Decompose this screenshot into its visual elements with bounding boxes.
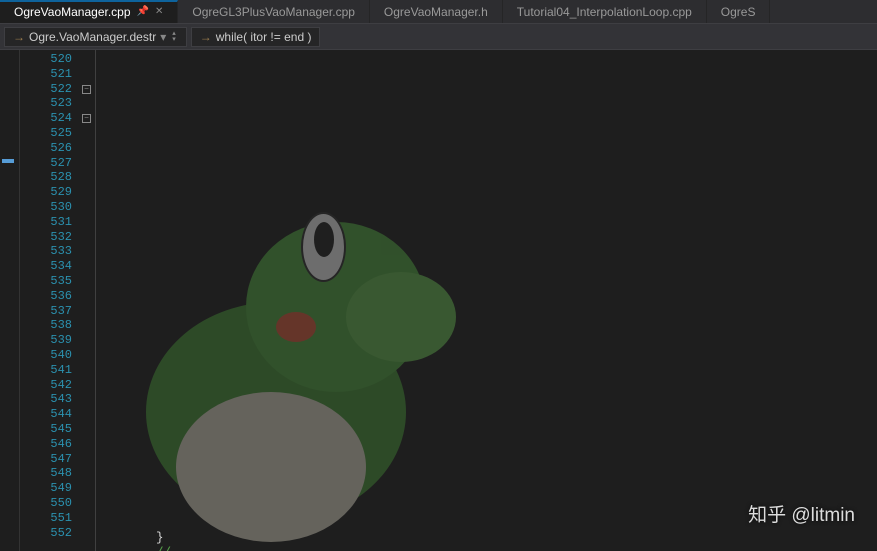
change-marker [2, 159, 14, 163]
margin-gutter [0, 50, 20, 551]
code-editor[interactable]: 520 521 522 523 524 525 526 527 528 529 … [0, 50, 877, 551]
breadcrumb-context[interactable]: → while( itor != end ) [191, 27, 321, 47]
tab-ogrevaomanager-cpp[interactable]: OgreVaoManager.cpp 📌 ✕ [0, 0, 178, 23]
tab-label: OgreVaoManager.h [384, 5, 488, 19]
editor-tabs: OgreVaoManager.cpp 📌 ✕ OgreGL3PlusVaoMan… [0, 0, 877, 24]
pin-icon[interactable]: 📌 [137, 6, 149, 17]
tab-ogrevaomanager-h[interactable]: OgreVaoManager.h [370, 0, 503, 23]
arrow-icon: → [13, 30, 25, 44]
arrow-icon: → [200, 30, 212, 44]
background-decoration [96, 182, 486, 551]
breadcrumb-context-label: while( itor != end ) [216, 30, 312, 44]
fold-toggle[interactable]: − [82, 85, 91, 94]
breadcrumb-bar: → Ogre.VaoManager.destr ▾ ▴▾ → while( it… [0, 24, 877, 50]
breadcrumb-scope-label: Ogre.VaoManager.destr [29, 30, 156, 44]
close-icon[interactable]: ✕ [155, 6, 163, 17]
watermark: 知乎 @litmin [748, 500, 855, 527]
tab-label: OgreVaoManager.cpp [14, 5, 131, 19]
tab-ogres[interactable]: OgreS [707, 0, 771, 23]
tab-label: OgreGL3PlusVaoManager.cpp [192, 5, 355, 19]
spinner-icon[interactable]: ▴▾ [170, 31, 178, 43]
fold-column: − − [80, 50, 96, 551]
breadcrumb-scope[interactable]: → Ogre.VaoManager.destr ▾ ▴▾ [4, 27, 187, 47]
tab-label: OgreS [721, 5, 756, 19]
fold-toggle[interactable]: − [82, 114, 91, 123]
code-area[interactable]: } //------------------------------------… [96, 50, 877, 551]
tab-label: Tutorial04_InterpolationLoop.cpp [517, 5, 692, 19]
tab-ogregl3plus[interactable]: OgreGL3PlusVaoManager.cpp [178, 0, 370, 23]
bookmark-column [20, 50, 36, 551]
tab-tutorial04[interactable]: Tutorial04_InterpolationLoop.cpp [503, 0, 707, 23]
line-numbers: 520 521 522 523 524 525 526 527 528 529 … [36, 50, 80, 551]
